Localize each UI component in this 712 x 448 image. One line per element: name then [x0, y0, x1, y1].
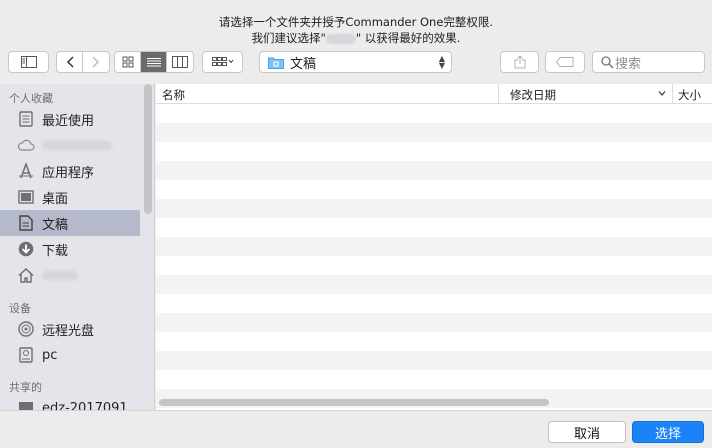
arrange-button[interactable] [202, 51, 243, 73]
permission-message: 请选择一个文件夹并授予Commander One完整权限. 我们建议选择" " 以… [0, 14, 712, 46]
sidebar-item-shared-computer[interactable]: edz-2017091 [0, 395, 140, 410]
shared-section-title: 共享的 [9, 381, 42, 394]
icon-view-button[interactable] [115, 52, 141, 72]
horizontal-scrollbar[interactable] [159, 399, 549, 406]
list-row [156, 199, 712, 218]
computer-icon [17, 399, 35, 410]
forward-button[interactable] [83, 52, 109, 72]
search-icon [601, 56, 614, 69]
sidebar-item-label: 最近使用 [42, 113, 95, 129]
tag-icon [556, 57, 574, 67]
hard-drive-icon [17, 346, 35, 364]
sidebar-item-home[interactable] [0, 262, 140, 288]
sidebar-icon [20, 56, 37, 68]
cloud-icon [17, 136, 35, 154]
column-divider [672, 84, 673, 103]
sidebar-item-icloud[interactable] [0, 132, 140, 158]
home-icon [17, 266, 35, 284]
downloads-icon [17, 240, 35, 258]
redacted-label [42, 140, 112, 150]
search-placeholder: 搜索 [615, 56, 642, 72]
recents-icon [17, 110, 35, 128]
column-view-button[interactable] [167, 52, 193, 72]
redacted-folder-name [325, 33, 356, 44]
sidebar-item-recents[interactable]: 最近使用 [0, 106, 140, 132]
location-popup[interactable]: 文稿 ▲ ▼ [259, 51, 452, 73]
grid-icon [122, 56, 133, 68]
sidebar-item-label: pc [42, 347, 58, 363]
list-header: 名称 修改日期 大小 [156, 84, 712, 104]
chevron-right-icon [92, 56, 100, 68]
folder-icon [268, 57, 284, 69]
sidebar-toggle-button[interactable] [8, 51, 49, 73]
documents-icon [17, 214, 35, 232]
dialog-footer: 取消 选择 [0, 410, 712, 448]
sidebar-item-remote-disc[interactable]: 远程光盘 [0, 316, 140, 342]
applications-icon [17, 162, 35, 180]
cancel-button[interactable]: 取消 [548, 421, 626, 443]
columns-icon [172, 56, 188, 68]
list-row [156, 161, 712, 180]
search-field[interactable]: 搜索 [592, 51, 705, 73]
sidebar-item-applications[interactable]: 应用程序 [0, 158, 140, 184]
sidebar-item-label: 文稿 [42, 217, 69, 233]
sidebar-item-documents[interactable]: 文稿 [0, 210, 140, 236]
sort-chevron-icon [658, 91, 666, 96]
file-list: 名称 修改日期 大小 [156, 84, 712, 410]
message-line-2-prefix: 我们建议选择" [251, 31, 326, 45]
back-forward-buttons [56, 51, 110, 73]
list-row [156, 351, 712, 370]
list-view-button[interactable] [141, 52, 167, 72]
column-divider [498, 84, 499, 103]
sidebar-item-label: edz-2017091 [42, 400, 128, 411]
chevron-left-icon [66, 56, 74, 68]
sidebar-item-label: 桌面 [42, 191, 69, 207]
message-line-1: 请选择一个文件夹并授予Commander One完整权限. [218, 15, 494, 29]
sidebar-item-label: 下载 [42, 243, 69, 259]
message-line-2: 我们建议选择" " 以获得最好的效果. [0, 30, 712, 46]
sidebar-item-downloads[interactable]: 下载 [0, 236, 140, 262]
favorites-section-title: 个人收藏 [9, 92, 53, 105]
sidebar-item-pc[interactable]: pc [0, 342, 140, 368]
devices-section-title: 设备 [9, 302, 31, 315]
choose-button[interactable]: 选择 [632, 421, 704, 443]
sidebar-item-label: 远程光盘 [42, 323, 95, 339]
back-button[interactable] [57, 52, 83, 72]
message-line-2-suffix: " 以获得最好的效果. [355, 31, 461, 45]
location-label: 文稿 [290, 56, 317, 72]
view-mode-switcher [114, 51, 194, 73]
list-row [156, 237, 712, 256]
tag-button[interactable] [545, 51, 585, 73]
sidebar-item-desktop[interactable]: 桌面 [0, 184, 140, 210]
list-row [156, 313, 712, 332]
column-header-date-modified[interactable]: 修改日期 [510, 87, 556, 103]
share-button[interactable] [500, 51, 539, 73]
arrange-grid-icon [211, 57, 233, 66]
column-header-size[interactable]: 大小 [678, 87, 701, 103]
column-header-name[interactable]: 名称 [162, 87, 185, 103]
sidebar-item-label: 应用程序 [42, 165, 95, 181]
desktop-icon [17, 188, 35, 206]
redacted-label [42, 270, 78, 280]
sidebar-scrollbar[interactable] [144, 84, 152, 214]
popup-arrows-icon: ▲ ▼ [438, 54, 445, 70]
disc-icon [17, 320, 35, 338]
sidebar: 个人收藏 最近使用 应用程序 桌面 文稿 下载 设备 远程光盘 pc 共享的 e… [0, 84, 155, 410]
share-icon [514, 55, 525, 69]
list-row [156, 275, 712, 294]
list-row [156, 123, 712, 142]
list-icon [146, 57, 161, 66]
